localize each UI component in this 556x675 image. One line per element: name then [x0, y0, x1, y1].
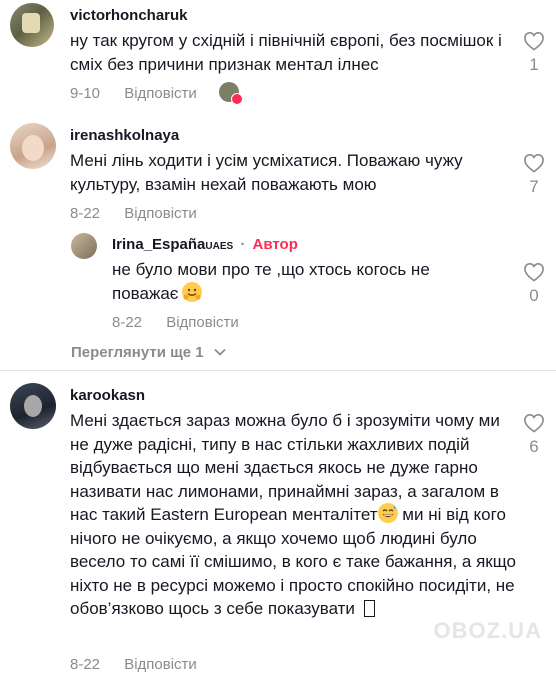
comment-meta: 8-22 Відповісти	[70, 205, 197, 222]
comment-username[interactable]: irenashkolnaya	[70, 127, 179, 144]
hugging-face-emoji-icon	[182, 281, 203, 302]
grinning-sweat-emoji-icon	[377, 503, 398, 523]
heart-outline-icon	[524, 262, 544, 282]
reply-button[interactable]: Відповісти	[124, 656, 197, 673]
separator-dot: ·	[240, 236, 246, 253]
unknown-glyph-icon	[363, 600, 375, 617]
comment-meta: 8-22 Відповісти	[70, 656, 197, 673]
comment-text: Мені здається зараз можна було б і зрозу…	[70, 409, 520, 621]
reply-username-row: Irina_EspañaUAES · Автор	[112, 236, 298, 253]
like-button[interactable]: 7	[519, 153, 549, 197]
like-count: 1	[529, 55, 539, 74]
like-button[interactable]: 6	[519, 413, 549, 457]
view-more-label: Переглянути ще 1	[71, 344, 204, 361]
heart-outline-icon	[524, 413, 544, 433]
comment-username[interactable]: karookasn	[70, 387, 145, 404]
comment-meta: 9-10 Відповісти	[70, 82, 243, 105]
creator-liked-avatar	[218, 82, 243, 105]
comment-date: 8-22	[70, 205, 101, 222]
heart-badge-icon	[230, 93, 243, 105]
reply-button[interactable]: Відповісти	[124, 85, 197, 102]
watermark: OBOZ.UA	[433, 618, 542, 643]
avatar[interactable]	[10, 3, 54, 47]
like-count: 6	[529, 437, 539, 456]
reply-meta: 8-22 Відповісти	[112, 314, 239, 331]
reply-button[interactable]: Відповісти	[166, 314, 239, 331]
like-count: 7	[529, 177, 539, 196]
reply-like-count: 0	[529, 286, 539, 305]
comment-username[interactable]: victorhoncharuk	[70, 7, 188, 24]
view-more-replies[interactable]: Переглянути ще 1	[71, 344, 226, 361]
reply-username[interactable]: Irina_España	[112, 236, 205, 253]
reply-date: 8-22	[112, 314, 143, 331]
comment-text: Мені лінь ходити і усім усміхатися. Пова…	[70, 151, 463, 194]
reply-username-suffix: UAES	[205, 241, 234, 252]
comment-text: ну так кругом у східній і північній євро…	[70, 31, 502, 74]
reply-button[interactable]: Відповісти	[124, 205, 197, 222]
reply-avatar[interactable]	[71, 233, 97, 259]
heart-outline-icon	[524, 31, 544, 51]
avatar[interactable]	[10, 123, 56, 169]
divider	[0, 370, 556, 371]
chevron-down-icon	[214, 348, 226, 356]
heart-outline-icon	[524, 153, 544, 173]
reply-like-button[interactable]: 0	[519, 262, 549, 306]
comment-date: 9-10	[70, 85, 101, 102]
reply-text-content: не було мови про те ,що хтось когось не …	[112, 260, 430, 303]
comment-date: 8-22	[70, 656, 101, 673]
avatar[interactable]	[10, 383, 56, 429]
reply-text: не було мови про те ,що хтось когось не …	[112, 258, 482, 305]
author-badge: Автор	[252, 236, 298, 253]
like-button[interactable]: 1	[519, 31, 549, 75]
